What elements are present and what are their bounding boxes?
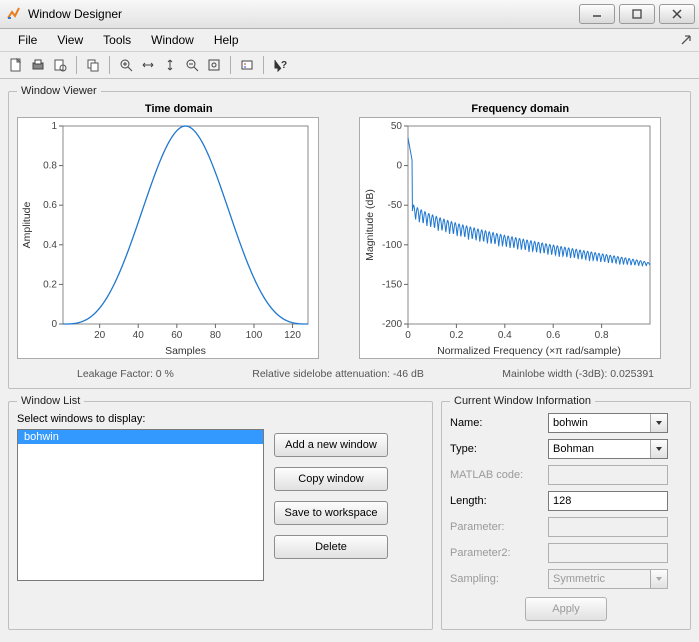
menu-window[interactable]: Window (141, 31, 204, 49)
code-label: MATLAB code: (450, 469, 548, 481)
delete-button[interactable]: Delete (274, 535, 388, 559)
chevron-down-icon[interactable] (650, 414, 667, 432)
svg-text:100: 100 (246, 330, 263, 341)
window-list-legend: Window List (17, 395, 84, 407)
length-label: Length: (450, 495, 548, 507)
freq-domain-chart: Frequency domain 0 0.2 0.4 0.6 0.8 -200 -150 -1… (359, 103, 683, 362)
svg-text:0.2: 0.2 (43, 279, 57, 290)
window-viewer-panel: Window Viewer Time domain 20406080100120… (8, 85, 691, 389)
time-domain-title: Time domain (17, 103, 341, 115)
legend-icon[interactable] (237, 55, 257, 75)
svg-text:50: 50 (390, 121, 402, 132)
apply-button: Apply (525, 597, 607, 621)
svg-text:-200: -200 (381, 319, 401, 330)
sampling-label: Sampling: (450, 573, 548, 585)
full-view-icon[interactable] (204, 55, 224, 75)
svg-text:-50: -50 (387, 200, 402, 211)
zoom-in-icon[interactable] (116, 55, 136, 75)
separator (230, 56, 231, 74)
window-list-panel: Window List Select windows to display: b… (8, 395, 433, 630)
name-combo[interactable]: bohwin (548, 413, 668, 433)
info-legend: Current Window Information (450, 395, 595, 407)
add-window-button[interactable]: Add a new window (274, 433, 388, 457)
separator (263, 56, 264, 74)
svg-text:Amplitude: Amplitude (21, 202, 33, 249)
param-field (548, 517, 668, 537)
chevron-down-icon (650, 570, 667, 588)
menu-bar: File View Tools Window Help (0, 29, 699, 52)
svg-text:0.6: 0.6 (546, 330, 560, 341)
dock-icon[interactable] (679, 33, 693, 47)
param2-field (548, 543, 668, 563)
zoom-x-icon[interactable] (138, 55, 158, 75)
stat-mainlobe: Mainlobe width (-3dB): 0.025391 (502, 368, 654, 380)
svg-text:60: 60 (171, 330, 183, 341)
svg-text:0.4: 0.4 (43, 240, 57, 251)
type-label: Type: (450, 443, 548, 455)
stat-leakage: Leakage Factor: 0 % (77, 368, 174, 380)
code-field (548, 465, 668, 485)
zoom-y-icon[interactable] (160, 55, 180, 75)
svg-text:0.8: 0.8 (594, 330, 608, 341)
svg-text:Normalized Frequency (×π rad/: Normalized Frequency (×π rad/sample) (437, 345, 621, 357)
viewer-stats: Leakage Factor: 0 % Relative sidelobe at… (77, 368, 654, 380)
svg-text:0: 0 (405, 330, 411, 341)
svg-text:0.4: 0.4 (497, 330, 511, 341)
whats-this-icon[interactable]: ? (270, 55, 290, 75)
window-list-prompt: Select windows to display: (17, 413, 424, 425)
close-button[interactable] (659, 4, 695, 24)
freq-domain-plot[interactable]: 0 0.2 0.4 0.6 0.8 -200 -150 -100 -50 0 50 Normalize… (359, 117, 661, 359)
freq-domain-title: Frequency domain (359, 103, 683, 115)
type-combo[interactable]: Bohman (548, 439, 668, 459)
list-item[interactable]: bohwin (18, 430, 263, 444)
svg-text:Samples: Samples (165, 345, 206, 357)
window-title: Window Designer (28, 7, 122, 21)
svg-text:1: 1 (51, 121, 57, 132)
menu-file[interactable]: File (8, 31, 47, 49)
svg-text:0.8: 0.8 (43, 161, 57, 172)
toolbar: ? (0, 52, 699, 79)
svg-text:20: 20 (94, 330, 106, 341)
svg-text:?: ? (281, 60, 287, 71)
copy-icon[interactable] (83, 55, 103, 75)
current-window-info-panel: Current Window Information Name: bohwin … (441, 395, 691, 630)
print-preview-icon[interactable] (50, 55, 70, 75)
name-label: Name: (450, 417, 548, 429)
new-icon[interactable] (6, 55, 26, 75)
title-bar: Window Designer (0, 0, 699, 29)
svg-text:-150: -150 (381, 279, 401, 290)
print-icon[interactable] (28, 55, 48, 75)
svg-text:-100: -100 (381, 240, 401, 251)
length-field[interactable]: 128 (548, 491, 668, 511)
menu-view[interactable]: View (47, 31, 93, 49)
menu-help[interactable]: Help (204, 31, 249, 49)
copy-window-button[interactable]: Copy window (274, 467, 388, 491)
svg-text:80: 80 (210, 330, 222, 341)
menu-tools[interactable]: Tools (93, 31, 141, 49)
svg-text:40: 40 (133, 330, 145, 341)
svg-text:0: 0 (396, 161, 402, 172)
time-domain-chart: Time domain 20 40 60 80 100 120 0 0.2 0.4 0.6 0.8 1… (17, 103, 341, 362)
chevron-down-icon[interactable] (650, 440, 667, 458)
svg-text:0: 0 (51, 319, 57, 330)
svg-text:120: 120 (284, 330, 301, 341)
svg-text:0.6: 0.6 (43, 200, 57, 211)
stat-sidelobe: Relative sidelobe attenuation: -46 dB (252, 368, 424, 380)
sampling-combo: Symmetric (548, 569, 668, 589)
window-list-box[interactable]: bohwin (17, 429, 264, 581)
minimize-button[interactable] (579, 4, 615, 24)
svg-text:0.2: 0.2 (449, 330, 463, 341)
separator (76, 56, 77, 74)
param2-label: Parameter2: (450, 547, 548, 559)
svg-text:Magnitude (dB): Magnitude (dB) (364, 189, 376, 261)
window-viewer-legend: Window Viewer (17, 85, 101, 97)
time-domain-plot[interactable]: 20 40 60 80 100 120 0 0.2 0.4 0.6 0.8 1 Samples Ampli… (17, 117, 319, 359)
save-workspace-button[interactable]: Save to workspace (274, 501, 388, 525)
matlab-icon (6, 6, 22, 22)
separator (109, 56, 110, 74)
zoom-out-icon[interactable] (182, 55, 202, 75)
maximize-button[interactable] (619, 4, 655, 24)
param-label: Parameter: (450, 521, 548, 533)
